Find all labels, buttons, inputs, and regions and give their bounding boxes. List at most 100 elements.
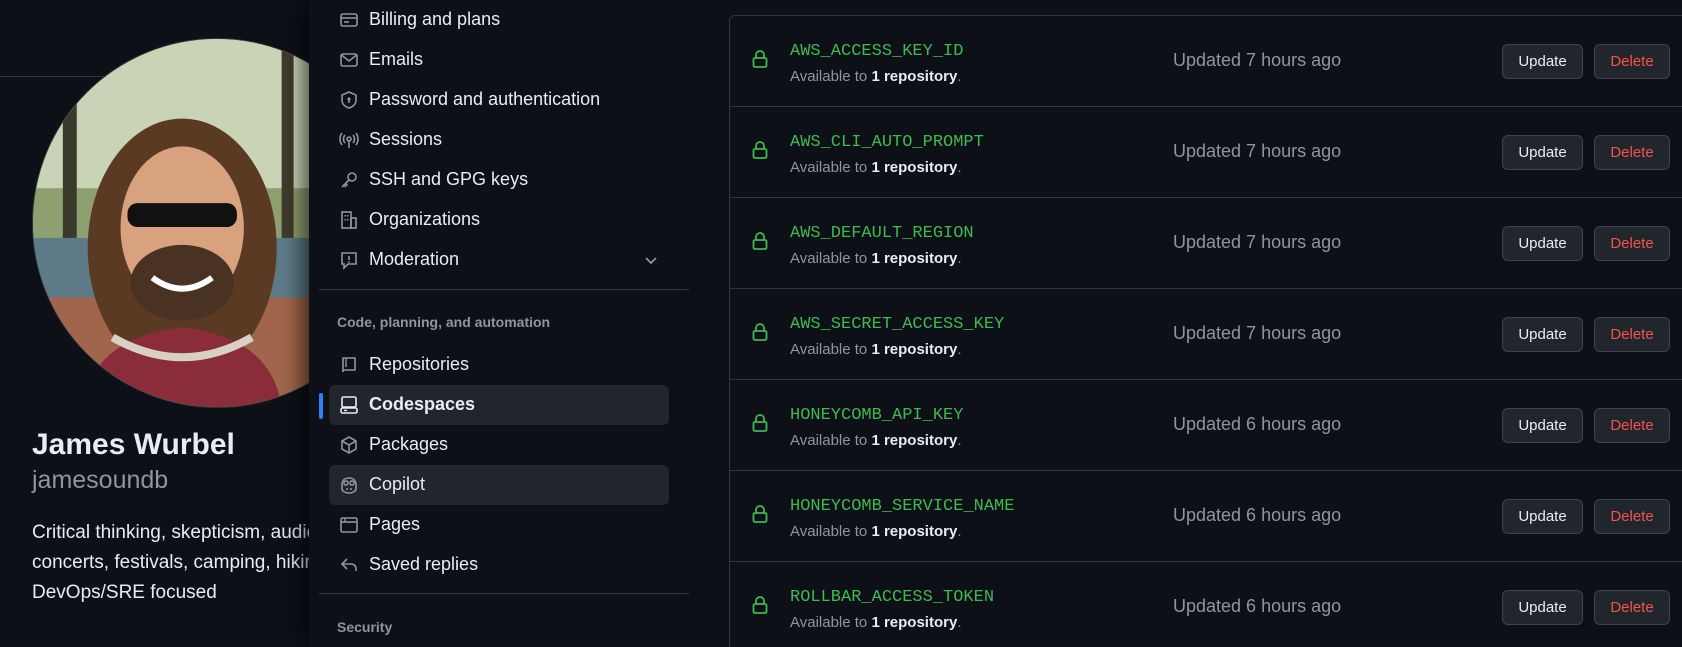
organization-icon	[339, 210, 359, 230]
secret-updated-time: Updated 6 hours ago	[1173, 414, 1342, 434]
update-secret-button[interactable]: Update	[1502, 135, 1583, 170]
nav-divider	[319, 593, 689, 594]
availability-suffix: .	[957, 68, 962, 85]
update-secret-button[interactable]: Update	[1502, 317, 1583, 352]
codespaces-secrets-list: AWS_ACCESS_KEY_ID Available to 1 reposit…	[729, 15, 1682, 647]
delete-secret-button[interactable]: Delete	[1594, 499, 1670, 534]
credit-card-icon	[339, 10, 359, 30]
availability-prefix: Available to	[790, 159, 872, 176]
secret-updated-time: Updated 7 hours ago	[1173, 141, 1342, 161]
mail-icon	[339, 50, 359, 70]
package-icon	[339, 435, 359, 455]
sidebar-item-label: Repositories	[369, 354, 470, 374]
secret-name: AWS_CLI_AUTO_PROMPT	[790, 133, 984, 152]
codespaces-icon	[339, 395, 359, 415]
broadcast-icon	[339, 130, 359, 150]
sidebar-item-ssh-gpg[interactable]: SSH and GPG keys	[329, 160, 669, 200]
update-secret-button[interactable]: Update	[1502, 590, 1583, 625]
delete-secret-button[interactable]: Delete	[1594, 226, 1670, 261]
availability-suffix: .	[957, 523, 962, 540]
sidebar-item-pages[interactable]: Pages	[329, 505, 669, 545]
secret-row: AWS_SECRET_ACCESS_KEY Available to 1 rep…	[730, 289, 1682, 380]
availability-scope: 1 repository	[871, 614, 958, 631]
update-secret-button[interactable]: Update	[1502, 44, 1583, 79]
sidebar-item-label: Codespaces	[369, 394, 476, 414]
secret-name: AWS_ACCESS_KEY_ID	[790, 42, 964, 61]
shield-lock-icon	[339, 90, 359, 110]
secret-updated-time: Updated 6 hours ago	[1173, 596, 1342, 616]
key-icon	[339, 170, 359, 190]
delete-secret-button[interactable]: Delete	[1594, 317, 1670, 352]
nav-section-heading: Security	[337, 619, 393, 635]
sidebar-item-label: Packages	[369, 434, 449, 454]
update-secret-button[interactable]: Update	[1502, 499, 1583, 534]
delete-secret-button[interactable]: Delete	[1594, 408, 1670, 443]
sidebar-item-label: Pages	[369, 514, 421, 534]
secret-name: HONEYCOMB_SERVICE_NAME	[790, 497, 1015, 516]
secret-row: AWS_CLI_AUTO_PROMPT Available to 1 repos…	[730, 107, 1682, 198]
sidebar-item-organizations[interactable]: Organizations	[329, 200, 669, 240]
chevron-down-icon	[643, 252, 659, 268]
secret-updated-time: Updated 7 hours ago	[1173, 323, 1342, 343]
availability-scope: 1 repository	[871, 432, 958, 449]
secret-name: AWS_DEFAULT_REGION	[790, 224, 974, 243]
availability-prefix: Available to	[790, 68, 872, 85]
delete-secret-button[interactable]: Delete	[1594, 44, 1670, 79]
sidebar-item-codespaces[interactable]: Codespaces	[329, 385, 669, 425]
sidebar-item-sessions[interactable]: Sessions	[329, 120, 669, 160]
sidebar-item-moderation[interactable]: Moderation	[329, 240, 669, 280]
report-icon	[339, 250, 359, 270]
active-indicator	[319, 393, 323, 419]
sidebar-item-label: Sessions	[369, 129, 443, 149]
reply-icon	[339, 555, 359, 575]
availability-prefix: Available to	[790, 432, 872, 449]
profile-name: James Wurbel	[32, 428, 235, 461]
secret-row: ROLLBAR_ACCESS_TOKEN Available to 1 repo…	[730, 562, 1682, 647]
availability-suffix: .	[957, 614, 962, 631]
availability-scope: 1 repository	[871, 159, 958, 176]
secret-availability: Available to 1 repository.	[790, 159, 962, 176]
sidebar-item-saved-replies[interactable]: Saved replies	[329, 545, 669, 585]
sidebar-item-billing[interactable]: Billing and plans	[329, 0, 669, 40]
sidebar-item-password-auth[interactable]: Password and authentication	[329, 80, 669, 120]
nav-section-heading: Code, planning, and automation	[337, 314, 551, 330]
availability-prefix: Available to	[790, 523, 872, 540]
profile-panel: James Wurbel jamesoundb Critical thinkin…	[0, 0, 510, 647]
availability-prefix: Available to	[790, 614, 872, 631]
secret-availability: Available to 1 repository.	[790, 250, 962, 267]
profile-username: jamesoundb	[32, 466, 169, 494]
sidebar-item-copilot[interactable]: Copilot	[329, 465, 669, 505]
sidebar-item-label: SSH and GPG keys	[369, 169, 529, 189]
browser-icon	[339, 515, 359, 535]
sidebar-item-repositories[interactable]: Repositories	[329, 345, 669, 385]
sidebar-item-packages[interactable]: Packages	[329, 425, 669, 465]
availability-suffix: .	[957, 159, 962, 176]
sidebar-item-label: Password and authentication	[369, 89, 601, 109]
lock-icon	[750, 140, 770, 160]
sidebar-item-label: Billing and plans	[369, 9, 501, 29]
sidebar-item-label: Organizations	[369, 209, 481, 229]
secret-name: HONEYCOMB_API_KEY	[790, 406, 964, 425]
delete-secret-button[interactable]: Delete	[1594, 135, 1670, 170]
lock-icon	[750, 504, 770, 524]
availability-scope: 1 repository	[871, 341, 958, 358]
lock-icon	[750, 49, 770, 69]
sidebar-item-label: Saved replies	[369, 554, 479, 574]
availability-scope: 1 repository	[871, 250, 958, 267]
secret-row: HONEYCOMB_API_KEY Available to 1 reposit…	[730, 380, 1682, 471]
availability-scope: 1 repository	[871, 68, 958, 85]
repo-icon	[339, 355, 359, 375]
sidebar-item-emails[interactable]: Emails	[329, 40, 669, 80]
availability-suffix: .	[957, 341, 962, 358]
update-secret-button[interactable]: Update	[1502, 226, 1583, 261]
secret-availability: Available to 1 repository.	[790, 432, 962, 449]
lock-icon	[750, 231, 770, 251]
secret-row: AWS_ACCESS_KEY_ID Available to 1 reposit…	[730, 16, 1682, 107]
secret-row: HONEYCOMB_SERVICE_NAME Available to 1 re…	[730, 471, 1682, 562]
delete-secret-button[interactable]: Delete	[1594, 590, 1670, 625]
lock-icon	[750, 322, 770, 342]
secret-availability: Available to 1 repository.	[790, 614, 962, 631]
availability-prefix: Available to	[790, 341, 872, 358]
availability-scope: 1 repository	[871, 523, 958, 540]
update-secret-button[interactable]: Update	[1502, 408, 1583, 443]
